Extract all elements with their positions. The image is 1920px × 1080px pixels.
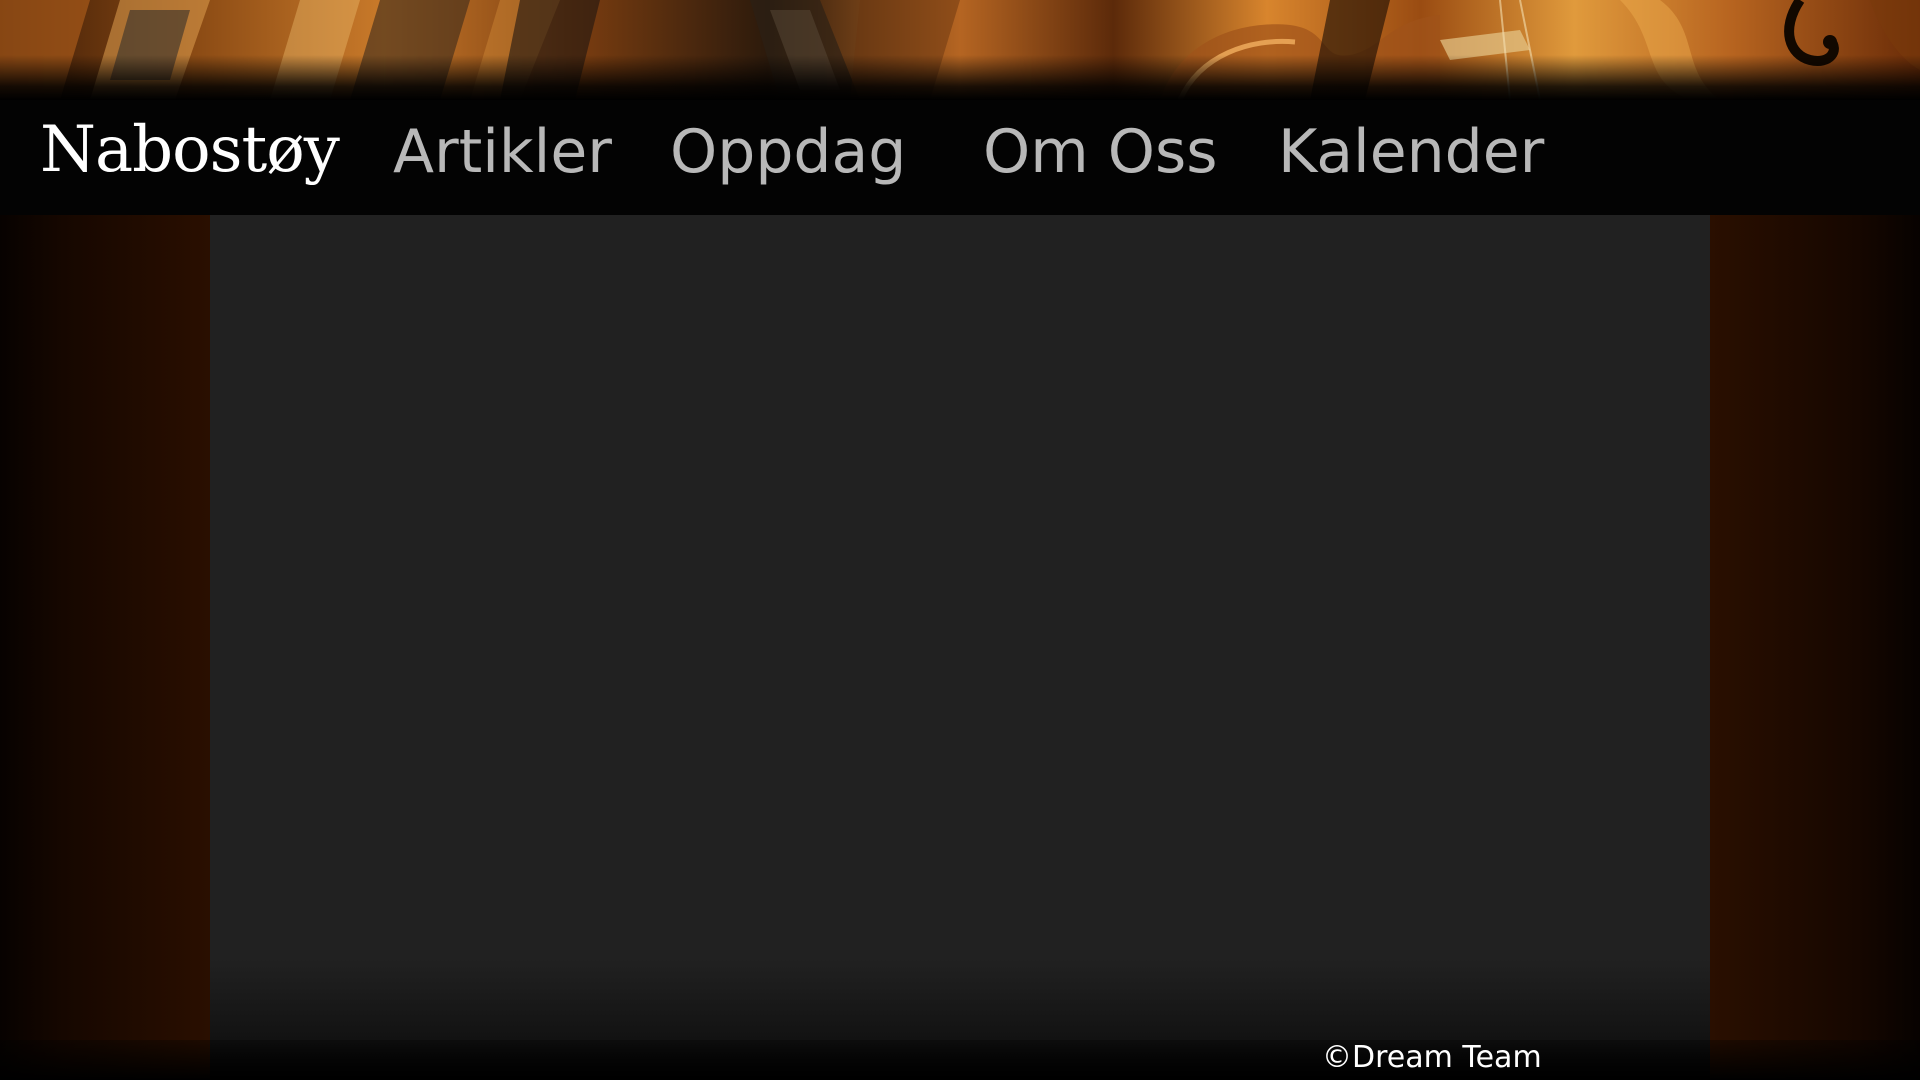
- header-banner-image: [0, 0, 1920, 100]
- nav-item-oppdag[interactable]: Oppdag: [670, 122, 906, 182]
- copyright-text: ©Dream Team: [1322, 1040, 1542, 1075]
- left-side-panel: [0, 215, 210, 1080]
- main-content-area: [210, 215, 1710, 1080]
- page: Nabostøy Artikler Oppdag Om Oss Kalender…: [0, 0, 1920, 1080]
- footer: [0, 1040, 1920, 1080]
- nav-item-kalender[interactable]: Kalender: [1278, 122, 1544, 182]
- brand-logo-link[interactable]: Nabostøy: [40, 118, 340, 182]
- navigation-bar: Nabostøy Artikler Oppdag Om Oss Kalender: [0, 100, 1920, 215]
- nav-item-artikler[interactable]: Artikler: [393, 122, 612, 182]
- instrument-banner-graphic: [0, 0, 1920, 100]
- nav-item-om-oss[interactable]: Om Oss: [983, 122, 1218, 182]
- right-side-panel: [1710, 215, 1920, 1080]
